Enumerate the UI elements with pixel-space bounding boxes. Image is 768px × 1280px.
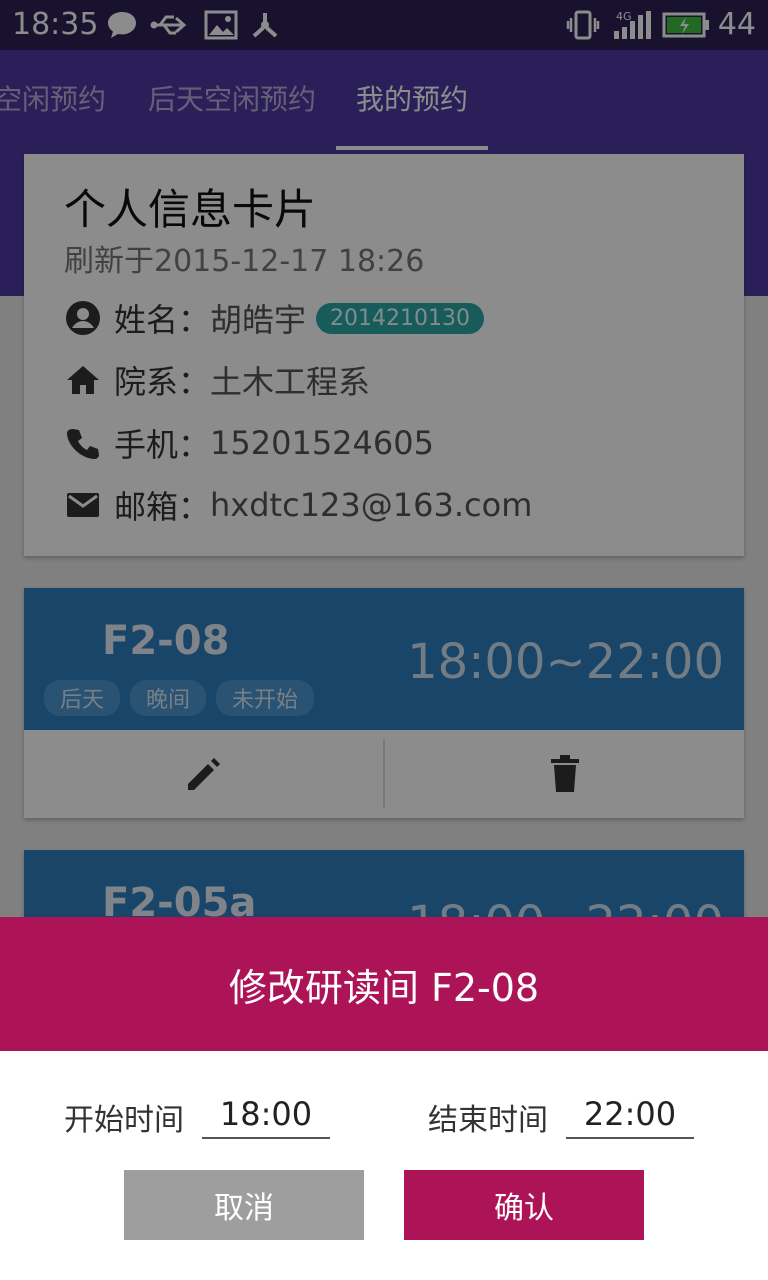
start-time-input[interactable]: [202, 1091, 330, 1139]
end-time-input[interactable]: [566, 1091, 694, 1139]
confirm-button[interactable]: 确认: [404, 1170, 644, 1240]
dialog-title: 修改研读间 F2-08: [228, 965, 540, 1010]
cancel-button[interactable]: 取消: [124, 1170, 364, 1240]
dialog-header: 修改研读间 F2-08: [0, 917, 768, 1051]
start-time-label: 开始时间: [64, 1103, 184, 1138]
end-time-label: 结束时间: [428, 1103, 548, 1138]
edit-reservation-dialog: 修改研读间 F2-08 开始时间 结束时间 取消 确认: [0, 917, 768, 1280]
